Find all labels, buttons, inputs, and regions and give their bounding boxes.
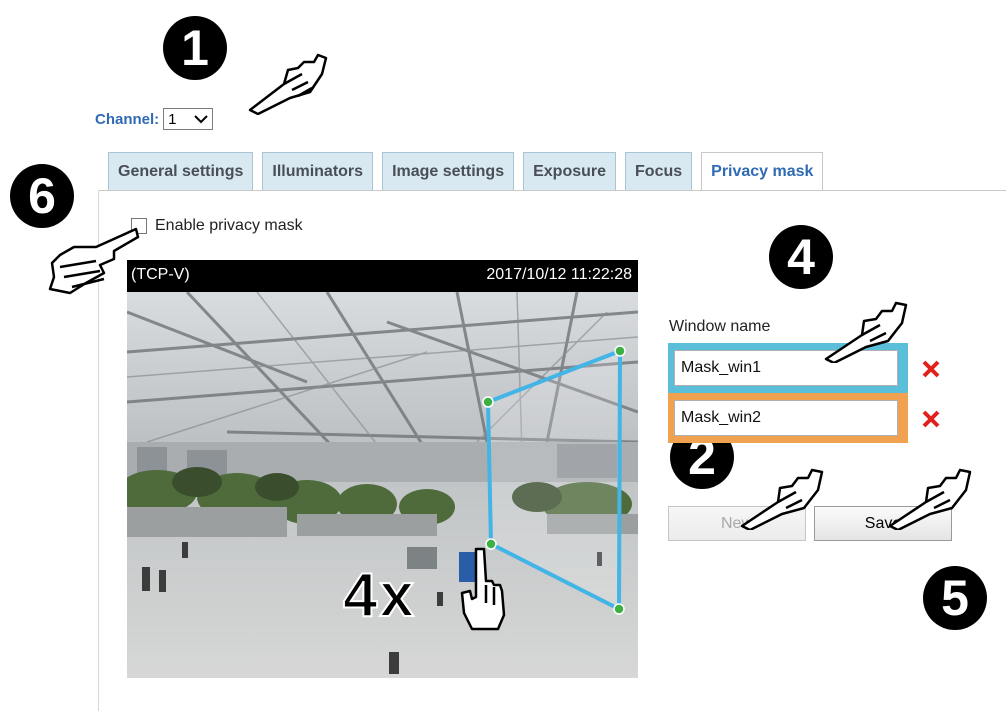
enable-privacy-label: Enable privacy mask — [155, 217, 303, 234]
delete-window-1-icon[interactable] — [921, 359, 941, 379]
step-1-badge: 1 — [163, 16, 227, 80]
mask-window-2-input[interactable]: Mask_win2 — [674, 400, 898, 436]
mask-vertex-handle[interactable] — [614, 345, 626, 357]
step-4-badge: 4 — [769, 225, 833, 289]
pointing-hand-icon — [824, 301, 908, 363]
tab-panel-border — [98, 190, 1006, 191]
pointing-hand-icon — [740, 468, 824, 530]
window-name-label: Window name — [669, 318, 771, 335]
drag-count-hint: 4x — [342, 560, 416, 631]
channel-selector: Channel: 1 — [95, 108, 214, 130]
channel-dropdown[interactable]: 1 — [163, 108, 214, 130]
delete-window-2-icon[interactable] — [921, 409, 941, 429]
tab-general-settings[interactable]: General settings — [108, 152, 254, 190]
tab-focus[interactable]: Focus — [625, 152, 693, 190]
mask-vertex-handle[interactable] — [613, 603, 625, 615]
pointing-hand-icon — [248, 53, 328, 115]
enable-privacy-row: Enable privacy mask — [131, 217, 303, 235]
drag-hand-icon — [460, 547, 506, 631]
chevron-down-icon — [194, 115, 208, 124]
channel-label: Channel: — [95, 110, 160, 128]
tab-illuminators[interactable]: Illuminators — [262, 152, 374, 190]
tab-image-settings[interactable]: Image settings — [382, 152, 515, 190]
step-5-badge: 5 — [923, 566, 987, 630]
pointing-hand-icon — [888, 468, 972, 530]
pointing-hand-icon — [48, 227, 140, 295]
channel-value: 1 — [168, 110, 177, 128]
tab-exposure[interactable]: Exposure — [523, 152, 617, 190]
mask-vertex-handle[interactable] — [482, 396, 494, 408]
tab-privacy-mask[interactable]: Privacy mask — [701, 152, 824, 191]
settings-tabs: General settings Illuminators Image sett… — [108, 152, 824, 191]
